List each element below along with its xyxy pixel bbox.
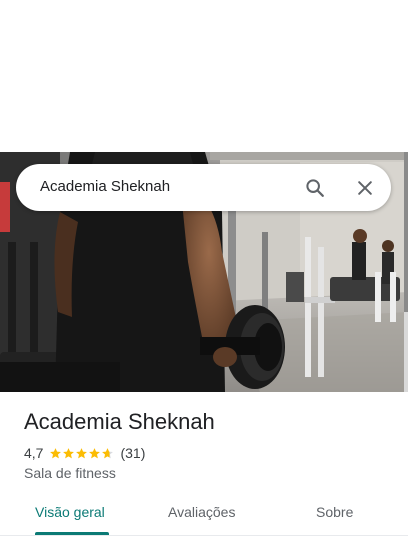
search-input[interactable]: Academia Sheknah (40, 178, 170, 195)
tab-about[interactable]: Sobre (316, 504, 353, 520)
place-panel: Academia Sheknah Academia Sheknah 4,7 (3… (0, 0, 408, 544)
review-count[interactable]: (31) (120, 445, 145, 461)
star-rating (49, 447, 114, 460)
star-icon (76, 447, 88, 458)
search-icon[interactable] (300, 173, 330, 203)
place-category[interactable]: Sala de fitness (24, 465, 116, 481)
star-icon (50, 447, 62, 458)
close-icon[interactable] (350, 173, 380, 203)
close-icon-glyph (358, 181, 372, 195)
star-icon (102, 447, 114, 458)
tab-reviews[interactable]: Avaliações (168, 504, 235, 520)
blank-area (0, 0, 408, 152)
tab-bar: Visão geral Avaliações Sobre (0, 490, 408, 544)
star-icon (63, 447, 75, 458)
search-bar[interactable]: Academia Sheknah (16, 164, 391, 211)
tabs-divider (0, 535, 408, 536)
place-title: Academia Sheknah (24, 409, 215, 434)
tab-overview[interactable]: Visão geral (35, 504, 105, 520)
search-icon-glyph (306, 179, 324, 197)
rating-row[interactable]: 4,7 (31) (24, 444, 145, 462)
scrollbar-thumb[interactable] (404, 152, 408, 312)
star-icon (89, 447, 101, 458)
rating-value: 4,7 (24, 445, 44, 461)
